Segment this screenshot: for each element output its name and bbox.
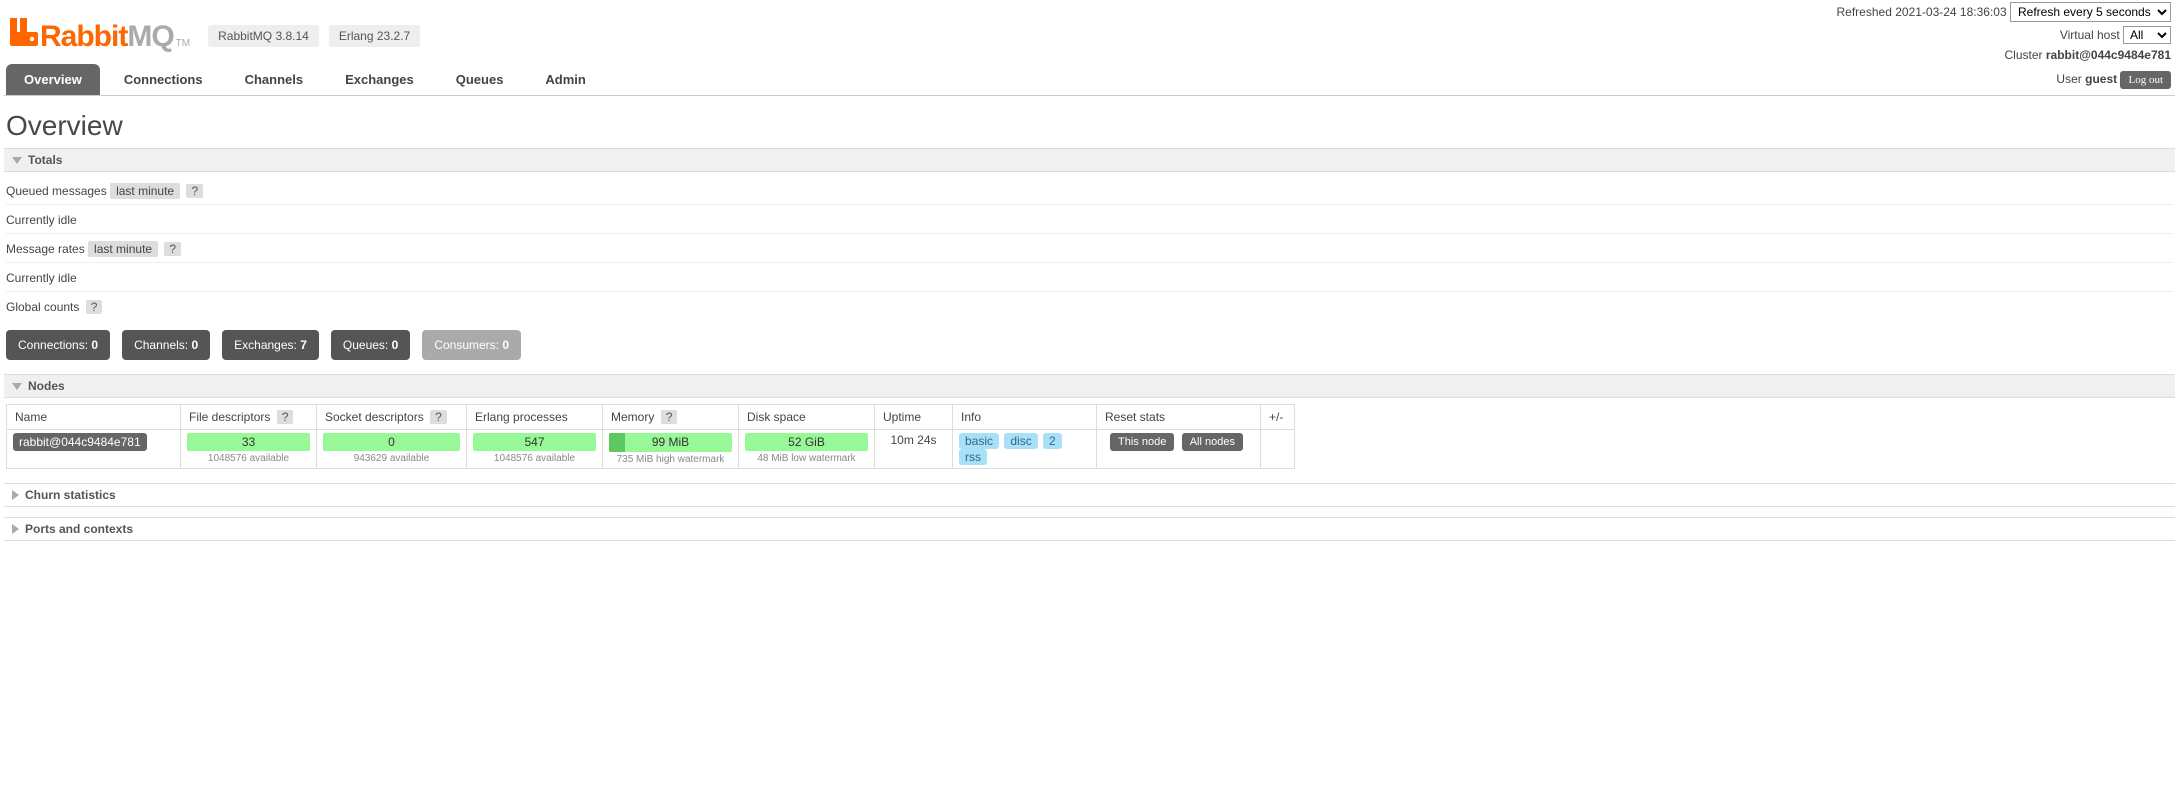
info-tag-disc[interactable]: disc	[1004, 433, 1037, 449]
logo-tm: TM	[176, 38, 190, 49]
chevron-right-icon	[12, 524, 19, 534]
tab-connections[interactable]: Connections	[106, 64, 221, 95]
disk-bar: 52 GiB	[745, 433, 868, 451]
logo-text-rabbit: Rabbit	[40, 20, 127, 54]
rates-idle-text: Currently idle	[6, 269, 2173, 292]
mem-watermark: 735 MiB high watermark	[609, 454, 732, 465]
nodes-table: Name File descriptors ? Socket descripto…	[6, 404, 1295, 469]
fd-help-icon[interactable]: ?	[277, 410, 294, 424]
col-plusminus[interactable]: +/-	[1261, 405, 1295, 430]
rabbitmq-logo-icon	[10, 18, 38, 49]
sd-bar: 0	[323, 433, 460, 451]
tab-queues[interactable]: Queues	[438, 64, 522, 95]
tab-admin[interactable]: Admin	[527, 64, 603, 95]
count-queues[interactable]: Queues: 0	[331, 330, 410, 360]
mem-help-icon[interactable]: ?	[661, 410, 678, 424]
global-counts-label: Global counts	[6, 300, 79, 314]
global-help-icon[interactable]: ?	[86, 300, 103, 314]
fd-available: 1048576 available	[187, 453, 310, 464]
user-label: User	[2056, 72, 2081, 86]
page-title: Overview	[4, 96, 2175, 148]
user-name: guest	[2085, 72, 2117, 86]
count-consumers: Consumers: 0	[422, 330, 521, 360]
sd-help-icon[interactable]: ?	[430, 410, 447, 424]
refreshed-time: 2021-03-24 18:36:03	[1895, 5, 2006, 19]
node-name-link[interactable]: rabbit@044c9484e781	[13, 433, 147, 451]
logout-button[interactable]: Log out	[2120, 71, 2171, 89]
section-churn-header[interactable]: Churn statistics	[4, 483, 2175, 507]
section-totals-label: Totals	[28, 153, 62, 167]
rabbitmq-version-badge: RabbitMQ 3.8.14	[208, 25, 319, 47]
tab-overview[interactable]: Overview	[6, 64, 100, 95]
mem-bar: 99 MiB	[609, 433, 732, 452]
tab-channels[interactable]: Channels	[227, 64, 322, 95]
uptime-value: 10m 24s	[875, 430, 953, 469]
queued-period-pill[interactable]: last minute	[110, 183, 180, 199]
table-row: rabbit@044c9484e781 33 1048576 available…	[7, 430, 1295, 469]
erlang-version-badge: Erlang 23.2.7	[329, 25, 420, 47]
disk-watermark: 48 MiB low watermark	[745, 453, 868, 464]
info-tag-basic[interactable]: basic	[959, 433, 999, 449]
rates-help-icon[interactable]: ?	[164, 242, 181, 256]
reset-all-nodes-button[interactable]: All nodes	[1182, 433, 1243, 451]
section-churn-label: Churn statistics	[25, 488, 116, 502]
section-ports-label: Ports and contexts	[25, 522, 133, 536]
chevron-down-icon	[12, 383, 22, 390]
info-tag-plugins[interactable]: 2	[1043, 433, 1062, 449]
vhost-select[interactable]: All	[2123, 26, 2171, 44]
info-tag-rss[interactable]: rss	[959, 449, 987, 465]
sd-available: 943629 available	[323, 453, 460, 464]
col-ep[interactable]: Erlang processes	[467, 405, 603, 430]
count-channels[interactable]: Channels: 0	[122, 330, 210, 360]
col-uptime[interactable]: Uptime	[875, 405, 953, 430]
section-ports-header[interactable]: Ports and contexts	[4, 517, 2175, 541]
chevron-right-icon	[12, 490, 19, 500]
section-nodes-header[interactable]: Nodes	[4, 374, 2175, 398]
message-rates-label: Message rates	[6, 242, 85, 256]
count-exchanges[interactable]: Exchanges: 7	[222, 330, 319, 360]
refreshed-label: Refreshed	[1837, 5, 1892, 19]
cluster-label: Cluster	[2005, 48, 2043, 62]
count-connections[interactable]: Connections: 0	[6, 330, 110, 360]
logo[interactable]: RabbitMQ TM	[10, 18, 190, 54]
ep-bar: 547	[473, 433, 596, 451]
col-mem[interactable]: Memory ?	[603, 405, 739, 430]
col-disk[interactable]: Disk space	[739, 405, 875, 430]
ep-available: 1048576 available	[473, 453, 596, 464]
col-sd[interactable]: Socket descriptors ?	[317, 405, 467, 430]
queued-messages-label: Queued messages	[6, 184, 107, 198]
refresh-interval-select[interactable]: Refresh every 5 seconds	[2010, 2, 2171, 22]
queued-help-icon[interactable]: ?	[186, 184, 203, 198]
rates-period-pill[interactable]: last minute	[88, 241, 158, 257]
col-fd[interactable]: File descriptors ?	[181, 405, 317, 430]
chevron-down-icon	[12, 157, 22, 164]
section-nodes-label: Nodes	[28, 379, 65, 393]
cluster-name: rabbit@044c9484e781	[2046, 48, 2171, 62]
section-totals-header[interactable]: Totals	[4, 148, 2175, 172]
reset-this-node-button[interactable]: This node	[1110, 433, 1174, 451]
fd-bar: 33	[187, 433, 310, 451]
tab-exchanges[interactable]: Exchanges	[327, 64, 432, 95]
logo-text-mq: MQ	[127, 20, 173, 54]
queued-idle-text: Currently idle	[6, 211, 2173, 234]
col-reset[interactable]: Reset stats	[1097, 405, 1261, 430]
vhost-label: Virtual host	[2060, 28, 2120, 42]
col-info[interactable]: Info	[953, 405, 1097, 430]
col-name[interactable]: Name	[7, 405, 181, 430]
